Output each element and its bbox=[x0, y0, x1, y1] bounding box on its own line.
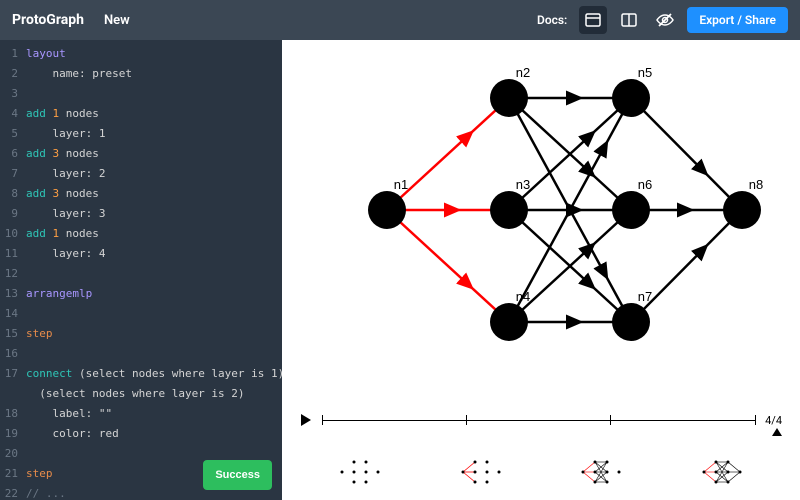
header-right: Docs: Export / Share bbox=[537, 6, 788, 34]
code-line[interactable]: 1layout bbox=[0, 44, 282, 64]
node-n2[interactable] bbox=[490, 79, 528, 117]
code-line[interactable]: 2 name: preset bbox=[0, 64, 282, 84]
thumbnail-1[interactable] bbox=[330, 452, 390, 492]
timeline-track[interactable] bbox=[322, 420, 755, 421]
node-n5[interactable] bbox=[612, 79, 650, 117]
code-line[interactable]: 12 bbox=[0, 264, 282, 284]
visibility-off-icon[interactable] bbox=[651, 6, 679, 34]
code-editor[interactable]: 1layout2 name: preset34add 1 nodes5 laye… bbox=[0, 40, 282, 500]
main: 1layout2 name: preset34add 1 nodes5 laye… bbox=[0, 40, 800, 500]
timeline: 4/4 bbox=[300, 411, 782, 430]
node-n1[interactable] bbox=[368, 191, 406, 229]
header: ProtoGraph New Docs: Export / Share bbox=[0, 0, 800, 40]
edge[interactable] bbox=[631, 210, 742, 322]
export-button[interactable]: Export / Share bbox=[687, 7, 788, 33]
node-label: n4 bbox=[516, 289, 530, 304]
play-icon[interactable] bbox=[300, 411, 312, 430]
code-line[interactable]: 15step bbox=[0, 324, 282, 344]
node-label: n1 bbox=[394, 177, 408, 192]
edge[interactable] bbox=[631, 98, 742, 210]
code-line[interactable]: 9 layer: 3 bbox=[0, 204, 282, 224]
node-label: n5 bbox=[638, 65, 652, 80]
code-line[interactable]: 3 bbox=[0, 84, 282, 104]
code-line[interactable]: 5 layer: 1 bbox=[0, 124, 282, 144]
node-label: n3 bbox=[516, 177, 530, 192]
code-line[interactable]: 11 layer: 4 bbox=[0, 244, 282, 264]
node-label: n8 bbox=[749, 177, 763, 192]
code-line[interactable]: 13arrangemlp bbox=[0, 284, 282, 304]
code-line[interactable]: 19 color: red bbox=[0, 424, 282, 444]
node-n6[interactable] bbox=[612, 191, 650, 229]
code-line[interactable]: 8add 3 nodes bbox=[0, 184, 282, 204]
node-n8[interactable] bbox=[723, 191, 761, 229]
node-label: n7 bbox=[638, 289, 652, 304]
code-line[interactable]: 18 label: "" bbox=[0, 404, 282, 424]
code-line[interactable]: (select nodes where layer is 2) bbox=[0, 384, 282, 404]
node-n4[interactable] bbox=[490, 303, 528, 341]
node-label: n2 bbox=[516, 65, 530, 80]
code-line[interactable]: 14 bbox=[0, 304, 282, 324]
code-line[interactable]: 10add 1 nodes bbox=[0, 224, 282, 244]
code-line[interactable]: 6add 3 nodes bbox=[0, 144, 282, 164]
thumbnail-3[interactable] bbox=[571, 452, 631, 492]
graph-canvas[interactable]: n1 n2 n3 n4 n5 n6 n7 n8 4/4 bbox=[282, 40, 800, 500]
timeline-marker bbox=[772, 421, 782, 440]
node-n3[interactable] bbox=[490, 191, 528, 229]
status-badge: Success bbox=[203, 460, 272, 490]
new-button[interactable]: New bbox=[104, 13, 130, 28]
edge[interactable] bbox=[387, 98, 509, 210]
code-line[interactable]: 16 bbox=[0, 344, 282, 364]
layout-vertical-icon[interactable] bbox=[615, 6, 643, 34]
thumbnail-4[interactable] bbox=[692, 452, 752, 492]
node-label: n6 bbox=[638, 177, 652, 192]
logo: ProtoGraph bbox=[12, 12, 84, 28]
node-n7[interactable] bbox=[612, 303, 650, 341]
thumbnail-2[interactable] bbox=[451, 452, 511, 492]
code-line[interactable]: 7 layer: 2 bbox=[0, 164, 282, 184]
edge[interactable] bbox=[387, 210, 509, 322]
layout-horizontal-icon[interactable] bbox=[579, 6, 607, 34]
thumbnails bbox=[282, 452, 800, 492]
code-line[interactable]: 4add 1 nodes bbox=[0, 104, 282, 124]
edges-layer bbox=[282, 40, 800, 400]
code-line[interactable]: 17connect (select nodes where layer is 1… bbox=[0, 364, 282, 384]
docs-label: Docs: bbox=[537, 13, 567, 27]
